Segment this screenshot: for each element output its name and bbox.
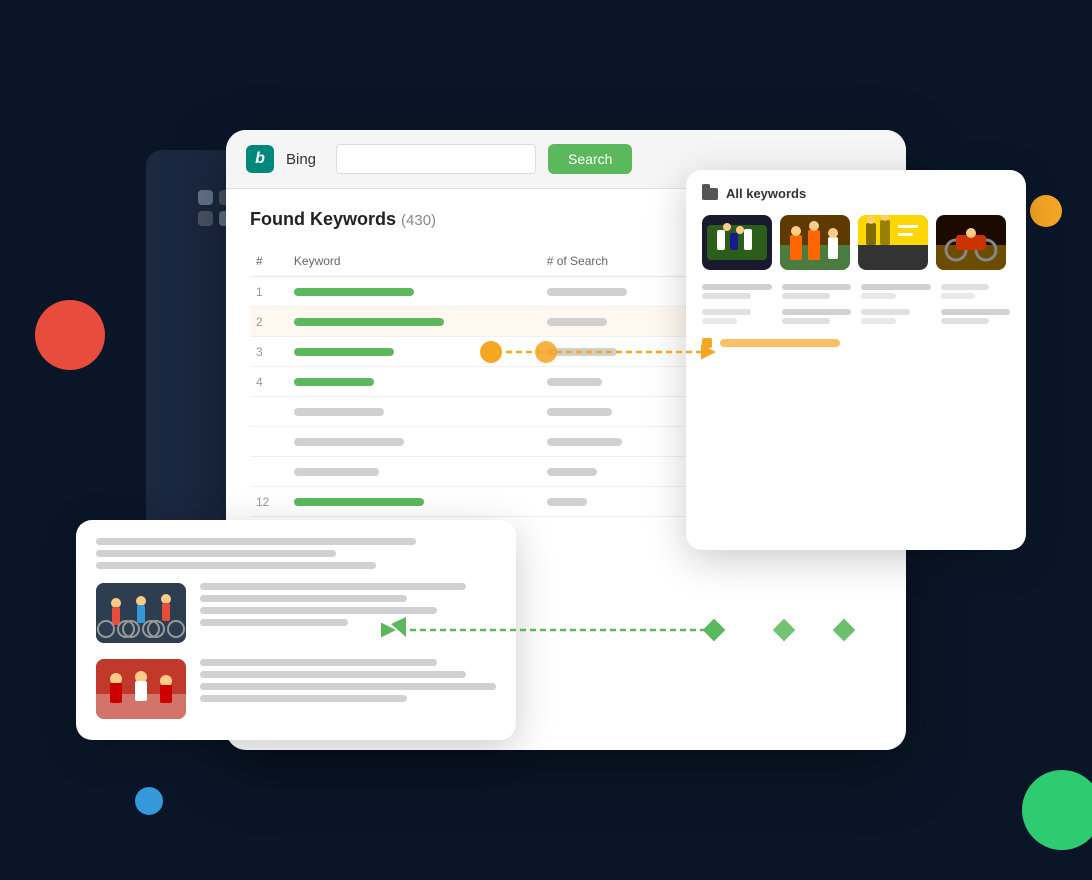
sport-image-football bbox=[780, 215, 850, 270]
found-keywords-count: (430) bbox=[401, 212, 436, 229]
left-card-item-cycling bbox=[96, 583, 496, 643]
folder-icon bbox=[702, 188, 718, 200]
orange-dot bbox=[702, 338, 712, 348]
logo-cell-3 bbox=[198, 211, 213, 226]
sport-image-motocross bbox=[936, 215, 1006, 270]
col-header-num: # bbox=[250, 246, 288, 277]
decoration-blue-circle bbox=[135, 787, 163, 815]
left-card bbox=[76, 520, 516, 740]
right-panel-header: All keywords bbox=[702, 186, 1010, 201]
thumbnail-football bbox=[96, 659, 186, 719]
logo-cell-1 bbox=[198, 190, 213, 205]
orange-indicator bbox=[702, 338, 1010, 348]
sports-images-row bbox=[702, 215, 1010, 270]
right-panel: All keywords bbox=[686, 170, 1026, 550]
search-input[interactable] bbox=[336, 144, 536, 174]
decoration-orange-circle bbox=[1030, 195, 1062, 227]
left-card-text-rows bbox=[96, 538, 496, 569]
main-wrapper: b Bing Search Found Keywords (430) # Key… bbox=[96, 90, 996, 790]
left-card-items bbox=[96, 583, 496, 719]
right-panel-data-rows bbox=[702, 284, 1010, 324]
sport-image-yellow bbox=[858, 215, 928, 270]
left-card-item-football bbox=[96, 659, 496, 719]
decoration-red-circle bbox=[35, 300, 105, 370]
thumbnail-cycling bbox=[96, 583, 186, 643]
rp-row bbox=[702, 284, 1010, 299]
sport-image-soccer bbox=[702, 215, 772, 270]
col-header-keyword: Keyword bbox=[288, 246, 541, 277]
bing-name: Bing bbox=[286, 151, 316, 168]
rp-row bbox=[702, 309, 1010, 324]
search-button[interactable]: Search bbox=[548, 144, 632, 174]
decoration-green-circle bbox=[1022, 770, 1092, 850]
bing-logo: b bbox=[246, 145, 274, 173]
orange-progress-bar bbox=[720, 339, 840, 347]
